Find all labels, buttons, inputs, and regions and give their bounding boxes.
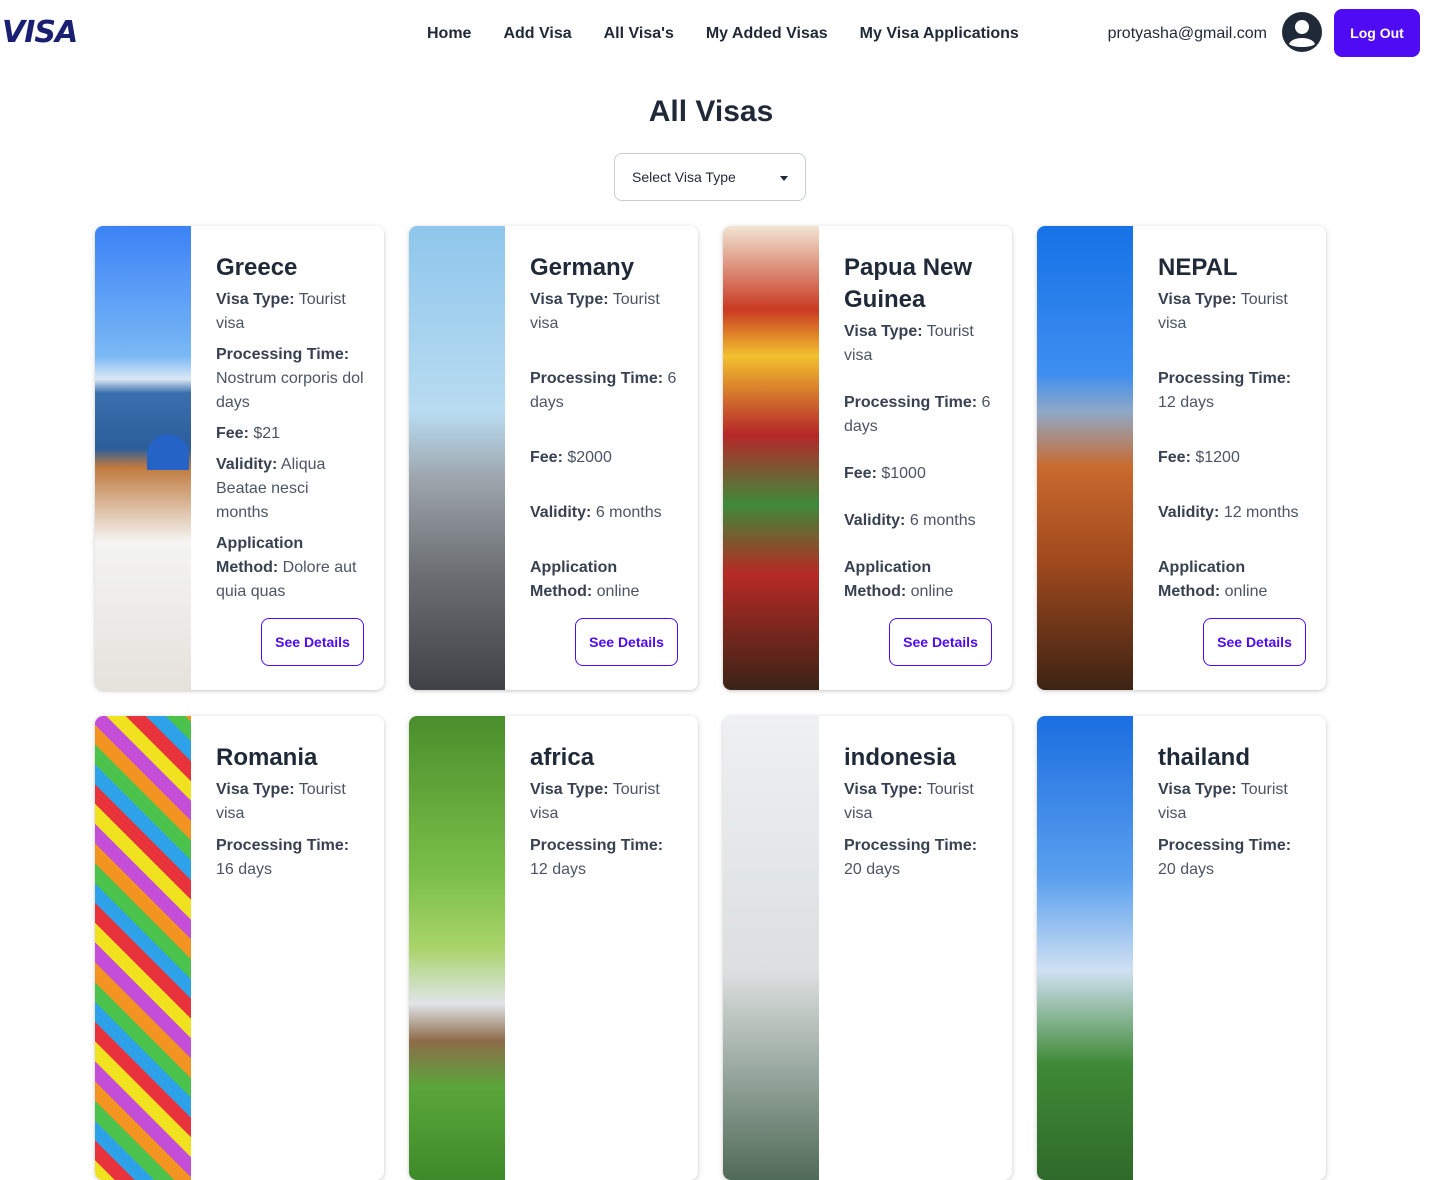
validity-field: Validity: 12 months bbox=[1158, 504, 1299, 521]
visa-type-field: Visa Type: Tourist visa bbox=[530, 291, 660, 332]
visa-card: indonesia Visa Type: Tourist visa Proces… bbox=[723, 716, 1012, 1180]
country-image bbox=[409, 226, 505, 690]
country-name: Romania bbox=[216, 744, 318, 771]
application-method-field: Application Method: online bbox=[844, 559, 954, 600]
visa-card: africa Visa Type: Tourist visa Processin… bbox=[409, 716, 698, 1180]
visa-logo[interactable]: VISA bbox=[2, 14, 78, 52]
page-title: All Visas bbox=[648, 95, 774, 128]
nav-all-visas[interactable]: All Visa's bbox=[604, 22, 674, 46]
visa-card: Romania Visa Type: Tourist visa Processi… bbox=[95, 716, 384, 1180]
country-image bbox=[723, 226, 819, 690]
country-name: indonesia bbox=[844, 744, 957, 771]
see-details-button[interactable]: See Details bbox=[261, 618, 364, 666]
visa-type-field: Visa Type: Tourist visa bbox=[216, 291, 346, 332]
processing-time-field: Processing Time: 6 days bbox=[844, 394, 991, 435]
country-image bbox=[1037, 716, 1133, 1180]
country-image bbox=[723, 716, 819, 1180]
application-method-field: Application Method: online bbox=[530, 559, 640, 600]
see-details-button[interactable]: See Details bbox=[889, 618, 992, 666]
nav-my-visa-applications[interactable]: My Visa Applications bbox=[860, 22, 1019, 46]
visa-type-field: Visa Type: Tourist visa bbox=[1158, 781, 1288, 822]
visa-card: Germany Visa Type: Tourist visa Processi… bbox=[409, 226, 698, 690]
visa-type-field: Visa Type: Tourist visa bbox=[844, 323, 974, 364]
processing-time-field: Processing Time: 16 days bbox=[216, 837, 350, 878]
country-name: Papua New Guinea bbox=[844, 254, 973, 313]
see-details-button[interactable]: See Details bbox=[575, 618, 678, 666]
processing-time-field: Processing Time: 12 days bbox=[1158, 370, 1292, 411]
nav-my-added-visas[interactable]: My Added Visas bbox=[706, 22, 828, 46]
nav-add-visa[interactable]: Add Visa bbox=[503, 22, 571, 46]
nav-home[interactable]: Home bbox=[427, 22, 471, 46]
visa-type-field: Visa Type: Tourist visa bbox=[530, 781, 660, 822]
fee-field: Fee: $2000 bbox=[530, 449, 612, 466]
processing-time-field: Processing Time: Nostrum corporis dol da… bbox=[216, 346, 364, 411]
fee-field: Fee: $1200 bbox=[1158, 449, 1240, 466]
visa-card: thailand Visa Type: Tourist visa Process… bbox=[1037, 716, 1326, 1180]
validity-field: Validity: 6 months bbox=[530, 504, 662, 521]
country-image bbox=[409, 716, 505, 1180]
visa-type-field: Visa Type: Tourist visa bbox=[844, 781, 974, 822]
caret-down-icon bbox=[780, 176, 788, 181]
country-image bbox=[1037, 226, 1133, 690]
country-name: NEPAL bbox=[1158, 254, 1238, 281]
application-method-field: Application Method: Dolore aut quia quas bbox=[216, 535, 357, 600]
country-image bbox=[95, 716, 191, 1180]
visa-type-field: Visa Type: Tourist visa bbox=[1158, 291, 1288, 332]
country-name: africa bbox=[530, 744, 595, 771]
logout-button[interactable]: Log Out bbox=[1334, 9, 1420, 57]
validity-field: Validity: 6 months bbox=[844, 512, 976, 529]
see-details-button[interactable]: See Details bbox=[1203, 618, 1306, 666]
validity-field: Validity: Aliqua Beatae nesci months bbox=[216, 456, 326, 521]
country-name: thailand bbox=[1158, 744, 1251, 771]
visa-type-select-value: Select Visa Type bbox=[632, 169, 736, 185]
processing-time-field: Processing Time: 20 days bbox=[1158, 837, 1292, 878]
fee-field: Fee: $21 bbox=[216, 425, 281, 442]
navbar: VISA Home Add Visa All Visa's My Added V… bbox=[0, 0, 1437, 66]
user-email: protyasha@gmail.com bbox=[1107, 25, 1267, 42]
country-name: Germany bbox=[530, 254, 635, 281]
application-method-field: Application Method: online bbox=[1158, 559, 1268, 600]
fee-field: Fee: $1000 bbox=[844, 465, 926, 482]
country-image bbox=[95, 226, 191, 690]
visa-grid: Greece Visa Type: Tourist visa Processin… bbox=[95, 226, 1326, 1180]
user-circle-icon[interactable] bbox=[1281, 11, 1323, 53]
processing-time-field: Processing Time: 12 days bbox=[530, 837, 664, 878]
country-name: Greece bbox=[216, 254, 298, 281]
visa-type-select[interactable]: Select Visa Type bbox=[614, 153, 806, 201]
processing-time-field: Processing Time: 20 days bbox=[844, 837, 978, 878]
visa-card: Papua New Guinea Visa Type: Tourist visa… bbox=[723, 226, 1012, 690]
visa-type-field: Visa Type: Tourist visa bbox=[216, 781, 346, 822]
processing-time-field: Processing Time: 6 days bbox=[530, 370, 677, 411]
visa-card: Greece Visa Type: Tourist visa Processin… bbox=[95, 226, 384, 690]
dome-shape bbox=[147, 434, 189, 470]
main-nav: Home Add Visa All Visa's My Added Visas … bbox=[427, 22, 1051, 46]
visa-card: NEPAL Visa Type: Tourist visa Processing… bbox=[1037, 226, 1326, 690]
